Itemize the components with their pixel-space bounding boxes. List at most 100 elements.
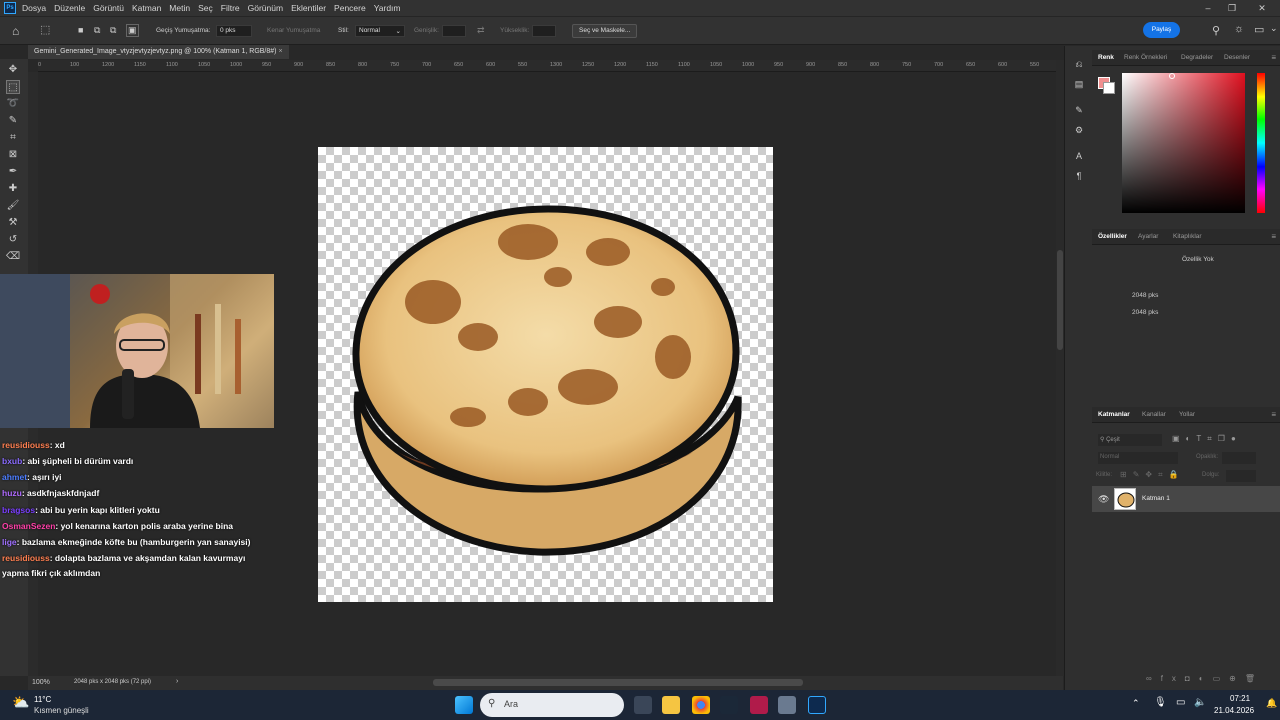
steam-icon[interactable] — [720, 696, 738, 714]
document-info[interactable]: 2048 pks x 2048 pks (72 ppi) — [74, 679, 151, 685]
menu-sec[interactable]: Seç — [198, 3, 213, 13]
clock-time[interactable]: 07:21 — [1230, 694, 1250, 703]
menu-goruntu[interactable]: Görüntü — [93, 3, 124, 13]
background-color-swatch[interactable] — [1103, 82, 1115, 94]
move-tool-icon[interactable]: ✥ — [6, 63, 20, 77]
marquee-tool-icon[interactable]: ⬚ — [40, 23, 50, 36]
tab-katmanlar[interactable]: Katmanlar — [1098, 411, 1130, 418]
menu-dosya[interactable]: Dosya — [22, 3, 46, 13]
blend-mode-select[interactable]: Normal — [1098, 452, 1178, 464]
tab-degradeler[interactable]: Degradeler — [1181, 54, 1213, 61]
color-field[interactable] — [1122, 73, 1245, 213]
layer-filter-select[interactable]: ⚲ Çeşit — [1098, 434, 1162, 446]
paragraph-icon[interactable]: ¶ — [1073, 170, 1085, 182]
height-input[interactable] — [532, 25, 556, 37]
horizontal-scrollbar[interactable] — [433, 679, 803, 686]
brush-tool-icon[interactable]: 🖌 — [6, 199, 20, 213]
task-view-icon[interactable] — [634, 696, 652, 714]
history-brush-tool-icon[interactable]: ↺ — [6, 233, 20, 247]
frame-tool-icon[interactable]: ⊠ — [6, 148, 20, 162]
panel-menu-icon[interactable]: ≡ — [1271, 53, 1276, 62]
healing-brush-tool-icon[interactable]: ✚ — [6, 182, 20, 196]
crop-tool-icon[interactable]: ⌗ — [6, 131, 20, 145]
menu-duzenle[interactable]: Düzenle — [54, 3, 85, 13]
character-icon[interactable]: A — [1073, 150, 1085, 162]
status-menu-chevron-icon[interactable]: › — [176, 678, 178, 685]
tab-close-icon[interactable]: × — [278, 48, 282, 55]
subtract-selection-icon[interactable]: ⧉ — [110, 25, 116, 36]
panel-menu-icon[interactable]: ≡ — [1271, 410, 1276, 419]
workspace-icon[interactable]: ▭ — [1254, 23, 1264, 36]
layer-row[interactable]: 👁 Katman 1 — [1092, 486, 1280, 512]
tab-desenler[interactable]: Desenler — [1224, 54, 1250, 61]
taskbar-search[interactable]: ⚲ Ara — [480, 693, 624, 717]
width-input[interactable] — [442, 25, 466, 37]
clock-date[interactable]: 21.04.2026 — [1214, 706, 1254, 715]
document-canvas[interactable] — [318, 147, 773, 602]
affinity-icon[interactable] — [750, 696, 768, 714]
quick-select-tool-icon[interactable]: ✎ — [6, 114, 20, 128]
add-selection-icon[interactable]: ⧉ — [94, 25, 100, 36]
workspace-chevron-icon[interactable]: ⌄ — [1270, 23, 1278, 34]
comments-icon[interactable]: ▤ — [1073, 78, 1085, 90]
eraser-tool-icon[interactable]: ⌫ — [6, 250, 20, 264]
rect-marquee-tool-icon[interactable]: ⬚ — [6, 80, 20, 94]
menu-metin[interactable]: Metin — [169, 3, 190, 13]
start-icon[interactable] — [455, 696, 473, 714]
layer-filter-icons[interactable]: ▣◐T⌗❐● — [1172, 434, 1242, 444]
notification-icon[interactable]: 🔔 — [1266, 698, 1277, 709]
share-button[interactable]: Paylaş — [1143, 22, 1180, 38]
menu-gorunum[interactable]: Görünüm — [248, 3, 283, 13]
close-icon[interactable]: ✕ — [1250, 0, 1274, 16]
vertical-scroll-thumb[interactable] — [1057, 250, 1063, 350]
weather-icon[interactable]: ⛅ — [12, 694, 29, 711]
style-select[interactable]: Normal ⌄ — [355, 25, 405, 37]
restore-icon[interactable]: ❐ — [1220, 0, 1244, 16]
intersect-selection-icon[interactable]: ▣ — [126, 24, 139, 37]
adjustments-icon[interactable]: ⚙ — [1073, 124, 1085, 136]
swap-icon[interactable]: ⇄ — [477, 25, 485, 36]
photoshop-taskbar-icon[interactable] — [808, 696, 826, 714]
lightbulb-icon[interactable]: ☼ — [1234, 23, 1244, 35]
document-tab[interactable]: Gemini_Generated_Image_vtyzjevtyzjevtyz.… — [28, 45, 289, 59]
tab-ozellikler[interactable]: Özellikler — [1098, 233, 1127, 240]
menu-katman[interactable]: Katman — [132, 3, 161, 13]
antialias-checkbox[interactable]: Kenar Yumuşatma — [267, 27, 320, 34]
menu-filtre[interactable]: Filtre — [221, 3, 240, 13]
layer-name[interactable]: Katman 1 — [1142, 495, 1170, 502]
weather-temp[interactable]: 11°C — [34, 695, 51, 704]
file-explorer-icon[interactable] — [662, 696, 680, 714]
tab-kitapliklar[interactable]: Kitaplıklar — [1173, 233, 1202, 240]
color-picker-ring[interactable] — [1169, 73, 1175, 79]
eyedropper-tool-icon[interactable]: ✒ — [6, 165, 20, 179]
vertical-scrollbar[interactable] — [1056, 60, 1064, 676]
lasso-tool-icon[interactable]: ➰ — [6, 97, 20, 111]
search-icon[interactable]: ⚲ — [1212, 24, 1220, 37]
app-icon[interactable] — [778, 696, 796, 714]
menu-eklentiler[interactable]: Eklentiler — [291, 3, 326, 13]
tab-renk-ornekleri[interactable]: Renk Örnekleri — [1124, 54, 1167, 61]
zoom-level[interactable]: 100% — [32, 679, 50, 686]
tray-chevron-icon[interactable]: ⌃ — [1132, 698, 1140, 709]
opacity-input[interactable] — [1222, 452, 1256, 464]
layers-footer-icons[interactable]: ∞fx◘◐▭⊕🗑 — [1146, 674, 1264, 683]
eye-icon[interactable]: 👁 — [1098, 494, 1109, 505]
tab-renk[interactable]: Renk — [1098, 54, 1114, 61]
mic-icon[interactable]: 🎙 — [1154, 697, 1167, 708]
tab-yollar[interactable]: Yollar — [1179, 411, 1195, 418]
menu-pencere[interactable]: Pencere — [334, 3, 366, 13]
network-icon[interactable]: ▭ — [1176, 697, 1185, 708]
feather-input[interactable]: 0 pks — [216, 25, 252, 37]
select-and-mask-button[interactable]: Seç ve Maskele... — [572, 24, 638, 38]
minimize-icon[interactable]: – — [1196, 0, 1220, 16]
home-icon[interactable]: ⌂ — [12, 24, 19, 38]
brush-settings-icon[interactable]: ✎ — [1073, 104, 1085, 116]
panel-menu-icon[interactable]: ≡ — [1271, 232, 1276, 241]
volume-icon[interactable]: 🔈 — [1194, 697, 1206, 708]
weather-desc[interactable]: Kısmen güneşli — [34, 706, 89, 715]
clone-stamp-tool-icon[interactable]: ⚒ — [6, 216, 20, 230]
hue-slider[interactable] — [1257, 73, 1265, 213]
tab-ayarlar[interactable]: Ayarlar — [1138, 233, 1158, 240]
menu-yardim[interactable]: Yardım — [374, 3, 401, 13]
lock-icons[interactable]: ⊞✎✥⌗🔒 — [1120, 470, 1185, 480]
